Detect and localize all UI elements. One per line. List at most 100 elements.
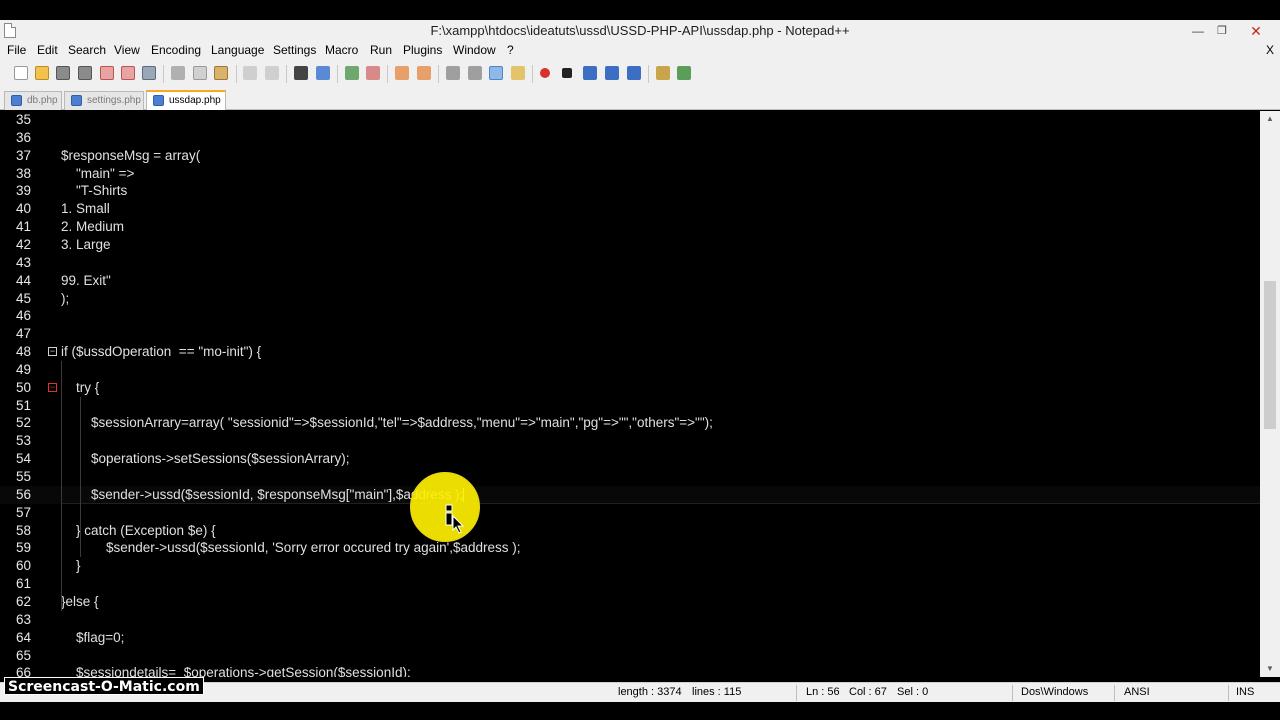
code-line[interactable]: 56 $sender->ussd($sessionId, $responseMs…: [0, 485, 1260, 504]
code-line[interactable]: 42 3. Large: [0, 236, 1260, 254]
menu-view[interactable]: View: [114, 43, 140, 57]
redo-icon[interactable]: [265, 66, 279, 80]
record-macro-icon[interactable]: [540, 68, 550, 78]
menu-window[interactable]: Window: [453, 43, 496, 57]
find-icon[interactable]: [294, 66, 308, 80]
sync-horizontal-icon[interactable]: [417, 66, 431, 80]
scroll-down-icon[interactable]: ▼: [1260, 661, 1280, 677]
status-encoding[interactable]: ANSI: [1124, 686, 1150, 698]
status-separator: [796, 685, 797, 701]
code-line[interactable]: 54 $operations->setSessions($sessionArra…: [0, 450, 1260, 468]
spell-check-icon[interactable]: [677, 66, 691, 80]
scroll-up-icon[interactable]: ▲: [1260, 111, 1280, 127]
show-all-chars-icon[interactable]: [468, 66, 482, 80]
new-file-icon[interactable]: [14, 66, 28, 80]
code-line[interactable]: 49: [0, 361, 1260, 379]
line-number: 46: [15, 308, 31, 324]
code-line[interactable]: 43: [0, 254, 1260, 272]
code-line[interactable]: 44 99. Exit": [0, 272, 1260, 290]
restore-button[interactable]: ❐: [1210, 20, 1234, 42]
vertical-scrollbar[interactable]: ▲ ▼: [1260, 111, 1280, 677]
menu-run[interactable]: Run: [370, 43, 392, 57]
menu-search[interactable]: Search: [68, 43, 106, 57]
tab-ussdap-php[interactable]: ussdap.php: [146, 90, 226, 110]
code-line[interactable]: 50 − try {: [0, 379, 1260, 397]
line-number: 60: [15, 558, 31, 574]
stop-macro-icon[interactable]: [562, 68, 572, 78]
menu-help[interactable]: ?: [507, 43, 514, 57]
code-line[interactable]: 60 }: [0, 557, 1260, 575]
scrollbar-thumb[interactable]: [1264, 281, 1276, 429]
code-line[interactable]: 53: [0, 432, 1260, 450]
code-line[interactable]: 46: [0, 307, 1260, 325]
code-line[interactable]: 35: [0, 111, 1260, 129]
run-macro-multiple-icon[interactable]: [605, 66, 619, 80]
function-list-icon[interactable]: [511, 66, 525, 80]
replace-icon[interactable]: [316, 66, 330, 80]
code-line[interactable]: 57: [0, 504, 1260, 522]
tab-db-php[interactable]: db.php: [4, 91, 62, 110]
status-insert-mode[interactable]: INS: [1236, 686, 1254, 698]
code-line[interactable]: 66 $sessiondetails= $operations->getSess…: [0, 664, 1260, 677]
undo-icon[interactable]: [243, 66, 257, 80]
code-line[interactable]: 55: [0, 468, 1260, 486]
save-icon[interactable]: [56, 66, 70, 80]
code-text: }else {: [61, 593, 99, 609]
fold-toggle-icon[interactable]: −: [48, 382, 57, 392]
menu-macro[interactable]: Macro: [325, 43, 358, 57]
status-eol-format[interactable]: Dos\Windows: [1021, 686, 1088, 698]
menu-encoding[interactable]: Encoding: [151, 43, 201, 57]
code-line[interactable]: 39 "T-Shirts: [0, 182, 1260, 200]
title-bar: F:\xampp\htdocs\ideatuts\ussd\USSD-PHP-A…: [0, 20, 1280, 42]
zoom-out-icon[interactable]: [366, 66, 380, 80]
code-editor[interactable]: 35 36 37 $responseMsg = array(38 "main" => 3…: [0, 111, 1260, 677]
indent-guide-icon[interactable]: [489, 66, 503, 80]
line-number: 66: [15, 665, 31, 677]
code-line[interactable]: 59 $sender->ussd($sessionId, 'Sorry erro…: [0, 539, 1260, 557]
code-line[interactable]: 36: [0, 129, 1260, 147]
word-wrap-icon[interactable]: [446, 66, 460, 80]
line-number: 63: [15, 611, 31, 627]
menu-plugins[interactable]: Plugins: [403, 43, 442, 57]
code-line[interactable]: 51: [0, 397, 1260, 415]
cut-icon[interactable]: [171, 66, 185, 80]
code-line[interactable]: 58 } catch (Exception $e) {: [0, 522, 1260, 540]
tab-settings-php[interactable]: settings.php: [64, 91, 144, 110]
code-line[interactable]: 61: [0, 575, 1260, 593]
code-line[interactable]: 47: [0, 325, 1260, 343]
copy-icon[interactable]: [193, 66, 207, 80]
paste-icon[interactable]: [214, 66, 228, 80]
code-line[interactable]: 65: [0, 647, 1260, 665]
code-line[interactable]: 62}else {: [0, 593, 1260, 611]
fold-toggle-icon[interactable]: −: [48, 347, 57, 357]
line-number: 59: [15, 540, 31, 556]
save-all-icon[interactable]: [78, 66, 92, 80]
close-all-icon[interactable]: [121, 66, 135, 80]
menu-edit[interactable]: Edit: [37, 43, 58, 57]
sync-vertical-icon[interactable]: [395, 66, 409, 80]
code-text: }: [61, 558, 81, 574]
code-line[interactable]: 48 − if ($ussdOperation == "mo-init") {: [0, 343, 1260, 361]
menu-language[interactable]: Language: [211, 43, 264, 57]
zoom-in-icon[interactable]: [345, 66, 359, 80]
code-line[interactable]: 63: [0, 611, 1260, 629]
code-line[interactable]: 37 $responseMsg = array(: [0, 147, 1260, 165]
code-line[interactable]: 41 2. Medium: [0, 218, 1260, 236]
code-line[interactable]: 40 1. Small: [0, 200, 1260, 218]
code-line[interactable]: 45);: [0, 290, 1260, 308]
line-number: 36: [15, 129, 31, 145]
code-line[interactable]: 52 $sessionArrary=array( "sessionid"=>$s…: [0, 414, 1260, 432]
close-document-button[interactable]: X: [1266, 43, 1274, 57]
code-line[interactable]: 64 $flag=0;: [0, 629, 1260, 647]
open-file-icon[interactable]: [35, 66, 49, 80]
close-icon[interactable]: [100, 66, 114, 80]
code-line[interactable]: 38 "main" =>: [0, 165, 1260, 183]
play-macro-icon[interactable]: [583, 66, 597, 80]
print-icon[interactable]: [142, 66, 156, 80]
menu-settings[interactable]: Settings: [273, 43, 316, 57]
plugin-icon[interactable]: [656, 66, 670, 80]
minimize-button[interactable]: —: [1186, 20, 1210, 42]
close-window-button[interactable]: ✕: [1244, 20, 1268, 42]
menu-file[interactable]: File: [7, 43, 26, 57]
save-macro-icon[interactable]: [627, 66, 641, 80]
